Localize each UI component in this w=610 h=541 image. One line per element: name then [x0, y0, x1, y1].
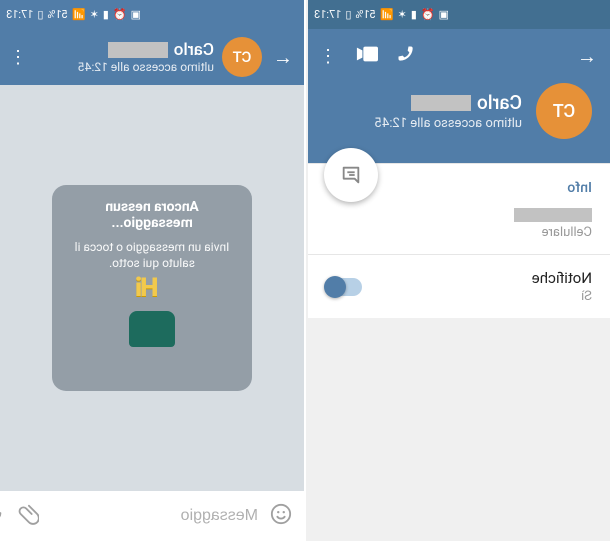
chat-body: Ancora nessun messaggio... Invia un mess… — [0, 85, 304, 491]
sim-icon: ▮ — [411, 8, 417, 21]
sim-icon: ▮ — [103, 8, 109, 21]
profile-screen: ▣ ⏰ ▮ ✶ 📶 51% ▯ 17:13 ← ⋮ CT Carlo — [308, 0, 610, 541]
clock-time: 17:13 — [6, 8, 33, 21]
last-seen-label: ultimo accesso alle 12:45 — [375, 116, 522, 131]
mic-icon[interactable] — [0, 503, 5, 530]
signal-icon: 📶 — [380, 8, 394, 21]
hi-icon: Hi — [137, 273, 158, 303]
phone-row[interactable]: Cellulare — [308, 202, 610, 254]
back-icon[interactable]: ← — [270, 45, 296, 70]
compose-bar — [0, 491, 304, 541]
kebab-menu-icon[interactable]: ⋮ — [8, 47, 28, 68]
profile-hero: ← ⋮ CT Carlo ultimo accesso alle 12:45 — [308, 29, 610, 163]
chat-screen: ▣ ⏰ ▮ ✶ 📶 51% ▯ 17:13 ← CT Carlo ultimo … — [0, 0, 304, 541]
battery-icon: ▯ — [37, 8, 43, 21]
notifications-row[interactable]: Notifiche Sì — [308, 254, 610, 318]
wifi-off-icon: ✶ — [398, 8, 407, 21]
signal-icon: 📶 — [72, 8, 86, 21]
mailbox-icon — [129, 311, 175, 347]
video-icon[interactable] — [356, 46, 378, 66]
alarm-icon: ⏰ — [113, 8, 127, 21]
screen-divider — [304, 0, 306, 541]
chat-app-bar: ← CT Carlo ultimo accesso alle 12:45 ⋮ — [0, 29, 304, 85]
back-icon[interactable]: ← — [574, 44, 600, 69]
message-input[interactable] — [51, 507, 258, 525]
contact-name: Carlo — [174, 40, 214, 60]
avatar[interactable]: CT — [536, 83, 592, 139]
kebab-menu-icon[interactable]: ⋮ — [318, 46, 338, 67]
emoji-icon[interactable] — [270, 503, 292, 530]
status-bar: ▣ ⏰ ▮ ✶ 📶 51% ▯ 17:13 — [308, 0, 610, 29]
attach-icon[interactable] — [17, 503, 39, 530]
notifications-title: Notifiche — [532, 269, 592, 287]
clock-time: 17:13 — [314, 8, 341, 21]
contact-name: Carlo — [477, 91, 522, 114]
battery-icon: ▯ — [345, 8, 351, 21]
contact-meta[interactable]: Carlo ultimo accesso alle 12:45 — [36, 40, 214, 75]
greeting-sticker[interactable]: Hi — [92, 279, 212, 379]
notifications-value: Sì — [532, 289, 592, 304]
empty-state-card[interactable]: Ancora nessun messaggio... Invia un mess… — [52, 185, 252, 391]
nfc-icon: ▣ — [439, 8, 449, 21]
notifications-toggle[interactable] — [326, 278, 362, 296]
redacted-surname — [411, 95, 471, 111]
status-bar: ▣ ⏰ ▮ ✶ 📶 51% ▯ 17:13 — [0, 0, 304, 29]
last-seen-label: ultimo accesso alle 12:45 — [36, 60, 214, 74]
redacted-phone — [514, 208, 592, 222]
phone-label: Cellulare — [326, 225, 592, 240]
battery-pct: 51% — [355, 8, 375, 21]
nfc-icon: ▣ — [131, 8, 141, 21]
redacted-surname — [108, 42, 168, 58]
call-icon[interactable] — [396, 44, 416, 68]
empty-title: Ancora nessun messaggio... — [66, 199, 238, 231]
wifi-off-icon: ✶ — [90, 8, 99, 21]
message-fab[interactable] — [324, 148, 378, 202]
alarm-icon: ⏰ — [421, 8, 435, 21]
empty-body: Invia un messaggio o tocca il saluto qui… — [66, 239, 238, 271]
avatar[interactable]: CT — [222, 37, 262, 77]
battery-pct: 51% — [47, 8, 67, 21]
